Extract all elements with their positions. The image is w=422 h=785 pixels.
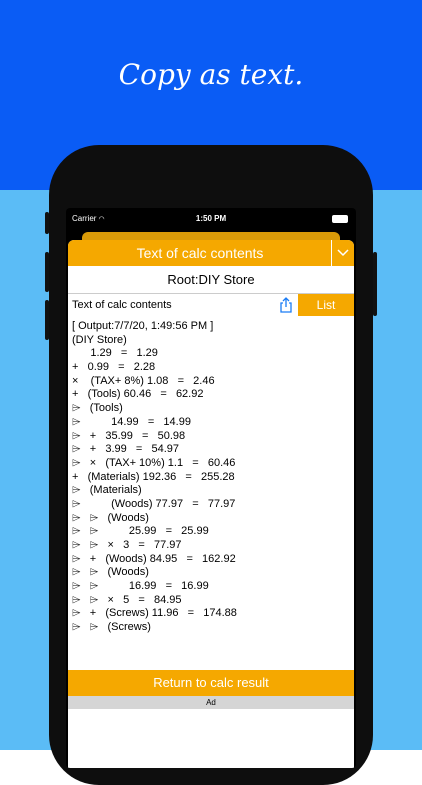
- content-line: ⌲ 14.99 = 14.99: [72, 415, 191, 428]
- content-line: [ Output:7/7/20, 1:49:56 PM ]: [72, 320, 214, 332]
- share-icon[interactable]: [278, 297, 294, 313]
- calc-text-content[interactable]: [ Output:7/7/20, 1:49:56 PM ] (DIY Store)…: [72, 320, 352, 664]
- battery-icon: [332, 215, 348, 223]
- content-line: × (TAX+ 8%) 1.08 = 2.46: [72, 374, 215, 387]
- chevron-down-icon[interactable]: [331, 240, 354, 266]
- content-line: ⌲ + (Screws) 11.96 = 174.88: [72, 607, 237, 620]
- content-line: ⌲ + (Woods) 84.95 = 162.92: [72, 552, 236, 565]
- marketing-caption: Copy as text.: [118, 58, 304, 91]
- content-line: ⌲ (Tools): [72, 402, 123, 415]
- content-line: + 0.99 = 2.28: [72, 361, 156, 374]
- nav-bar: Text of calc contents: [68, 240, 354, 266]
- content-line: ⌲ ⌲ × 3 = 77.97: [72, 539, 182, 551]
- phone-power-button: [373, 252, 377, 316]
- ad-banner[interactable]: Ad: [68, 696, 354, 709]
- text-sheet: Text of calc contents Root:DIY Store Tex…: [68, 240, 354, 768]
- content-line: ⌲ ⌲ (Woods): [72, 511, 149, 524]
- root-title: Root:DIY Store: [68, 267, 354, 294]
- content-line: ⌲ + 35.99 = 50.98: [72, 429, 186, 442]
- content-line: (DIY Store): [72, 333, 127, 346]
- content-line: + (Tools) 60.46 = 62.92: [72, 388, 204, 401]
- content-line: ⌲ + 3.99 = 54.97: [72, 443, 180, 456]
- content-line: ⌲ ⌲ (Woods): [72, 566, 149, 579]
- content-line: ⌲ ⌲ (Screws): [72, 621, 151, 634]
- content-line: ⌲ ⌲ × 5 = 84.95: [72, 593, 182, 606]
- content-line: + (Materials) 192.36 = 255.28: [72, 470, 235, 483]
- phone-screen: Carrier ◠ 1:50 PM Text of calc contents R…: [66, 208, 356, 768]
- content-line: ⌲ (Woods) 77.97 = 77.97: [72, 497, 236, 510]
- return-to-calc-button[interactable]: Return to calc result: [68, 670, 354, 696]
- content-line: ⌲ ⌲ 25.99 = 25.99: [72, 525, 209, 538]
- toolbar: Text of calc contents List: [68, 294, 354, 316]
- content-line: ⌲ (Materials): [72, 484, 142, 497]
- content-line: 1.29 = 1.29: [72, 347, 158, 360]
- status-bar: Carrier ◠ 1:50 PM: [66, 208, 356, 230]
- status-time: 1:50 PM: [195, 214, 227, 223]
- toolbar-label: Text of calc contents: [72, 299, 172, 311]
- nav-title: Text of calc contents: [136, 245, 264, 261]
- list-button[interactable]: List: [298, 294, 354, 316]
- content-line: ⌲ ⌲ 16.99 = 16.99: [72, 580, 209, 593]
- content-line: ⌲ × (TAX+ 10%) 1.1 = 60.46: [72, 456, 236, 469]
